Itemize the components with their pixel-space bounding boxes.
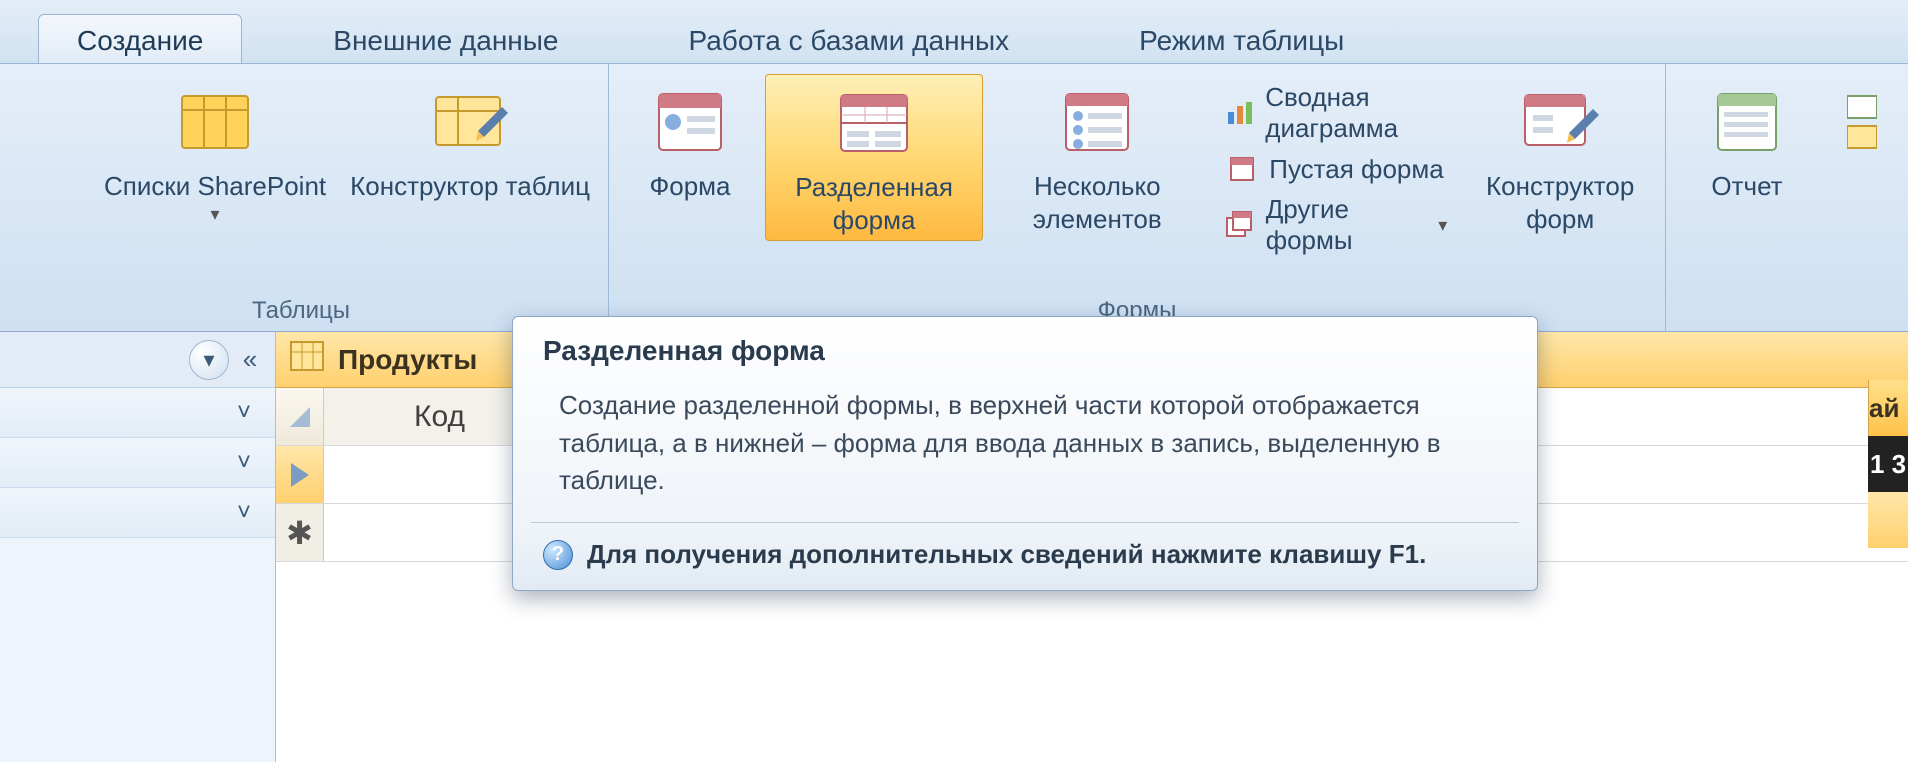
tab-external-data[interactable]: Внешние данные (294, 14, 597, 63)
table-design-icon (430, 82, 510, 162)
ribbon-group-forms: Форма (609, 64, 1666, 331)
tab-create[interactable]: Создание (38, 14, 242, 63)
nav-collapse-button[interactable]: « (233, 340, 267, 380)
ribbon-group-reports: Отчет (1666, 64, 1908, 331)
form-design-icon (1520, 82, 1600, 162)
report-button[interactable]: Отчет (1672, 74, 1822, 239)
screentip-help-row: ? Для получения дополнительных сведений … (513, 523, 1537, 590)
ribbon-edge-placeholder (0, 74, 92, 239)
multiple-items-button[interactable]: Несколько элементов (983, 74, 1211, 239)
table-yellow-icon (175, 82, 255, 162)
ribbon-tabs: Создание Внешние данные Работа с базами … (0, 0, 1908, 64)
row-selector-new[interactable]: ✱ (276, 504, 324, 561)
split-form-icon (834, 83, 914, 163)
form-icon (650, 82, 730, 162)
multiple-items-icon (1057, 82, 1137, 162)
forms-mini-list: Сводная диаграмма Пустая форма Другие фо… (1211, 74, 1461, 264)
screentip-title: Разделенная форма (513, 317, 1537, 381)
navigation-pane: ▾ « ˅ ˅ ˅ (0, 332, 276, 762)
sharepoint-lists-button[interactable]: Списки SharePoint ▾ (92, 74, 338, 229)
screentip-help-text: Для получения дополнительных сведений на… (587, 539, 1426, 570)
screentip: Разделенная форма Создание разделенной ф… (512, 316, 1538, 591)
table-design-button[interactable]: Конструктор таблиц (338, 74, 602, 207)
ribbon-group-tables: Списки SharePoint ▾ Конструктор таблиц Т… (0, 64, 609, 331)
blank-form-icon (1225, 152, 1259, 186)
help-icon: ? (543, 540, 573, 570)
split-form-label: Разделенная форма (778, 171, 970, 236)
form-button[interactable]: Форма (615, 74, 765, 239)
nav-category-3[interactable]: ˅ (0, 488, 275, 538)
more-forms-button[interactable]: Другие формы ▾ (1221, 192, 1451, 258)
reports-edge-placeholder (1822, 74, 1902, 178)
blank-form-button[interactable]: Пустая форма (1221, 150, 1451, 188)
current-row-indicator-icon (291, 463, 309, 487)
object-tab-title: Продукты (338, 344, 477, 376)
sharepoint-lists-label-1: Списки SharePoint (104, 170, 326, 203)
select-all-cell[interactable] (276, 388, 324, 445)
tab-database-tools[interactable]: Работа с базами данных (649, 14, 1048, 63)
pivot-chart-button[interactable]: Сводная диаграмма (1221, 80, 1451, 146)
multiple-items-label: Несколько элементов (995, 170, 1199, 235)
pivot-chart-icon (1225, 96, 1255, 130)
nav-category-1[interactable]: ˅ (0, 388, 275, 438)
form-design-button[interactable]: Конструктор форм (1461, 74, 1659, 239)
report-label: Отчет (1711, 170, 1782, 203)
new-row-indicator-icon: ✱ (286, 514, 313, 552)
row-selector-current[interactable] (276, 446, 324, 503)
split-form-button[interactable]: Разделенная форма (765, 74, 983, 241)
table-design-label: Конструктор таблиц (350, 170, 590, 203)
nav-category-2[interactable]: ˅ (0, 438, 275, 488)
nav-dropdown-button[interactable]: ▾ (189, 340, 229, 380)
tab-datasheet-mode[interactable]: Режим таблицы (1100, 14, 1383, 63)
form-label: Форма (650, 170, 731, 203)
ribbon: Списки SharePoint ▾ Конструктор таблиц Т… (0, 64, 1908, 332)
more-forms-label: Другие формы (1266, 194, 1425, 256)
nav-pane-header: ▾ « (0, 332, 275, 388)
datasheet-icon (290, 341, 324, 378)
more-forms-icon (1225, 208, 1255, 242)
report-icon (1707, 82, 1787, 162)
blank-form-label: Пустая форма (1269, 154, 1443, 185)
form-design-label: Конструктор форм (1473, 170, 1647, 235)
pivot-chart-label: Сводная диаграмма (1265, 82, 1447, 144)
screentip-body: Создание разделенной формы, в верхней ча… (513, 381, 1537, 522)
report-extra-icon (1822, 82, 1902, 162)
